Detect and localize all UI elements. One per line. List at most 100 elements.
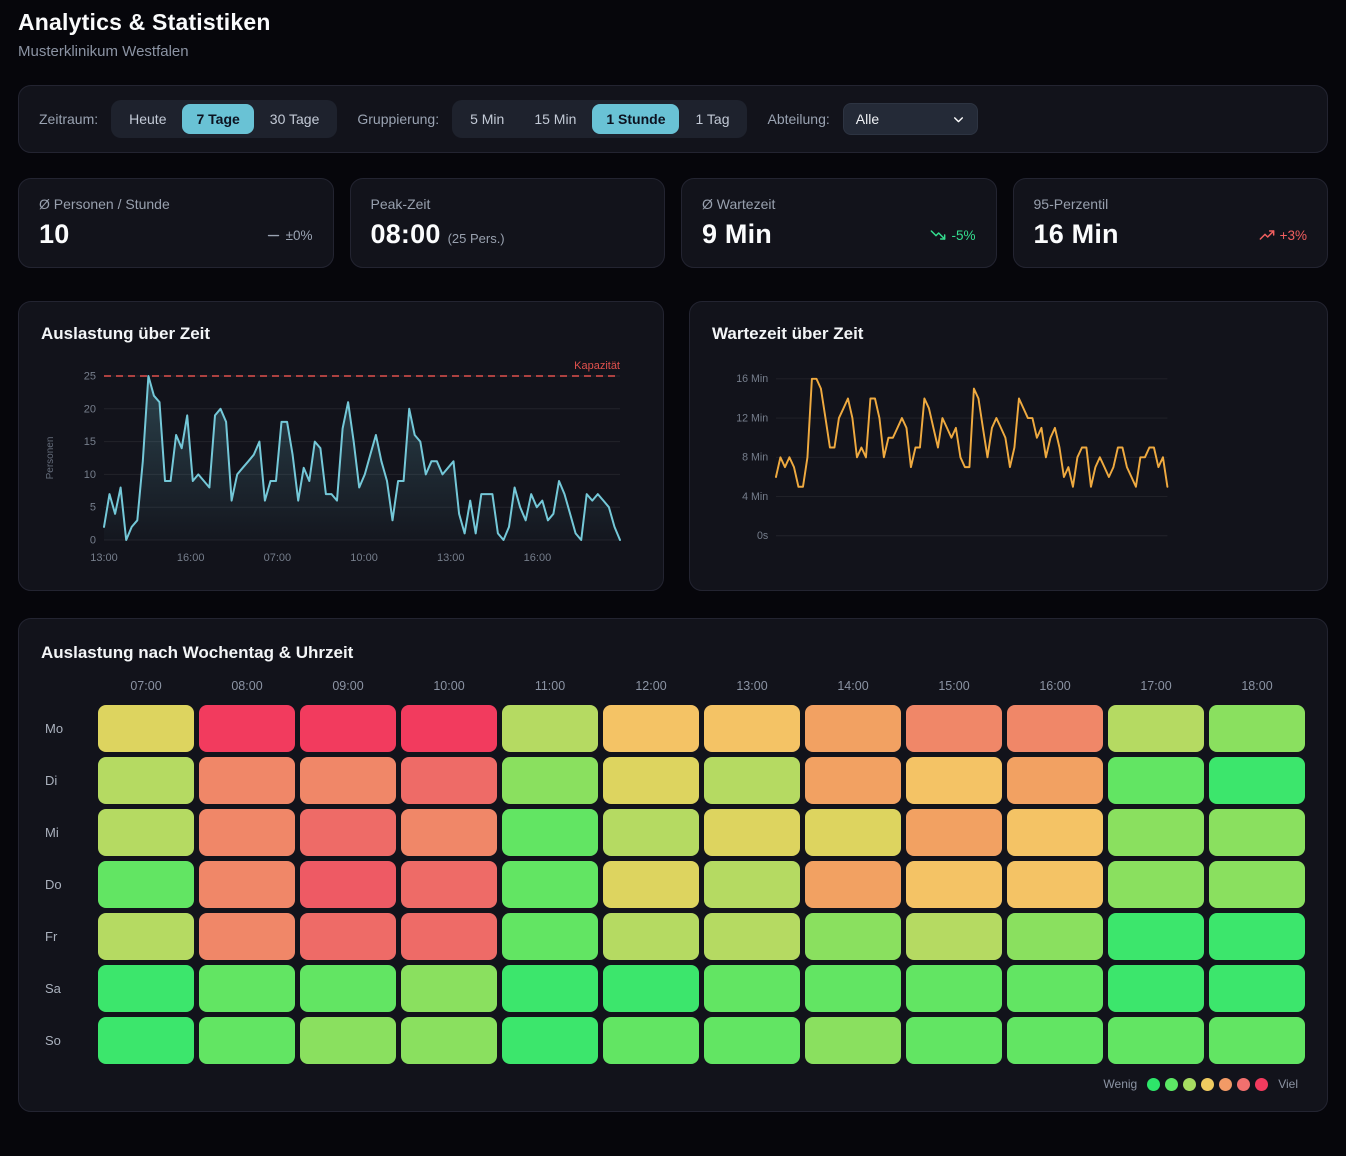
heatmap-col-header: 18:00 <box>1209 679 1305 700</box>
segment-option-7-tage[interactable]: 7 Tage <box>182 104 253 134</box>
heatmap-cell <box>300 809 396 856</box>
heatmap-cell <box>199 1017 295 1064</box>
svg-text:15: 15 <box>84 436 96 448</box>
heatmap-cell <box>1007 1017 1103 1064</box>
heatmap-cell <box>300 861 396 908</box>
kpi-card: Ø Wartezeit9 Min-5% <box>681 178 997 268</box>
heatmap-cell <box>603 965 699 1012</box>
heatmap-cell <box>199 965 295 1012</box>
segment-option-15-min[interactable]: 15 Min <box>520 104 590 134</box>
heatmap-cell <box>704 861 800 908</box>
legend-dot <box>1147 1078 1160 1091</box>
heatmap-cell <box>603 1017 699 1064</box>
heatmap-cell <box>300 1017 396 1064</box>
segment-option-heute[interactable]: Heute <box>115 104 180 134</box>
heatmap-cell <box>603 861 699 908</box>
heatmap-cell <box>401 913 497 960</box>
heatmap-row-label: Sa <box>41 981 93 996</box>
heatmap-cell <box>98 705 194 752</box>
heatmap-row-label: Di <box>41 773 93 788</box>
heatmap-cell <box>906 913 1002 960</box>
heatmap-cell <box>704 913 800 960</box>
svg-text:13:00: 13:00 <box>437 552 465 564</box>
legend-high-label: Viel <box>1278 1077 1298 1091</box>
chevron-down-icon <box>952 113 965 126</box>
heatmap-cell <box>1108 705 1204 752</box>
heatmap-col-header: 11:00 <box>502 679 598 700</box>
heatmap-cell <box>805 757 901 804</box>
heatmap-cell <box>906 705 1002 752</box>
kpi-label: Ø Personen / Stunde <box>39 196 313 212</box>
heatmap-cell <box>98 1017 194 1064</box>
heatmap-title: Auslastung nach Wochentag & Uhrzeit <box>41 643 1305 663</box>
svg-text:12 Min: 12 Min <box>736 412 768 424</box>
usage-chart-card: Auslastung über Zeit 051015202513:0016:0… <box>18 301 664 591</box>
heatmap-cell <box>1209 705 1305 752</box>
wait-line-chart: 16 Min12 Min8 Min4 Min0s <box>712 356 1305 578</box>
heatmap-cell <box>401 809 497 856</box>
heatmap-cell <box>704 705 800 752</box>
heatmap-row-label: Fr <box>41 929 93 944</box>
heatmap-cell <box>1209 861 1305 908</box>
gruppierung-label: Gruppierung: <box>357 111 439 127</box>
heatmap-cell <box>704 809 800 856</box>
gruppierung-segment: 5 Min15 Min1 Stunde1 Tag <box>452 100 747 138</box>
page-title: Analytics & Statistiken <box>18 0 1328 36</box>
svg-text:8 Min: 8 Min <box>742 452 768 464</box>
svg-text:10:00: 10:00 <box>350 552 378 564</box>
segment-option-1-stunde[interactable]: 1 Stunde <box>592 104 679 134</box>
heatmap-cell <box>1209 1017 1305 1064</box>
heatmap-cell <box>805 1017 901 1064</box>
heatmap-col-header: 16:00 <box>1007 679 1103 700</box>
heatmap-cell <box>199 913 295 960</box>
heatmap-cell <box>98 809 194 856</box>
heatmap-row-label: Do <box>41 877 93 892</box>
heatmap-col-header: 08:00 <box>199 679 295 700</box>
heatmap-row-label: So <box>41 1033 93 1048</box>
abteilung-select[interactable]: Alle <box>843 103 978 135</box>
kpi-trend: +3% <box>1259 227 1307 243</box>
heatmap-cell <box>300 913 396 960</box>
heatmap-cell <box>98 861 194 908</box>
usage-chart-title: Auslastung über Zeit <box>41 324 641 344</box>
heatmap-cell <box>704 1017 800 1064</box>
heatmap-col-header: 15:00 <box>906 679 1002 700</box>
kpi-label: Ø Wartezeit <box>702 196 976 212</box>
heatmap-col-header: 07:00 <box>98 679 194 700</box>
heatmap-cell <box>199 757 295 804</box>
trending-up-icon <box>1259 227 1275 243</box>
heatmap-cell <box>401 965 497 1012</box>
heatmap-cell <box>1007 861 1103 908</box>
svg-text:07:00: 07:00 <box>264 552 292 564</box>
heatmap-cell <box>502 913 598 960</box>
svg-text:16 Min: 16 Min <box>736 373 768 385</box>
svg-text:20: 20 <box>84 403 96 415</box>
heatmap-cell <box>1108 913 1204 960</box>
legend-dot <box>1255 1078 1268 1091</box>
heatmap-cell <box>300 965 396 1012</box>
heatmap-cell <box>1108 965 1204 1012</box>
svg-text:5: 5 <box>90 502 96 514</box>
heatmap-cell <box>98 757 194 804</box>
zeitraum-segment: Heute7 Tage30 Tage <box>111 100 337 138</box>
kpi-card: 95-Perzentil16 Min+3% <box>1013 178 1329 268</box>
page-header: Analytics & Statistiken Musterklinikum W… <box>18 0 1328 60</box>
legend-low-label: Wenig <box>1103 1077 1137 1091</box>
segment-option-30-tage[interactable]: 30 Tage <box>256 104 334 134</box>
heatmap-cell <box>906 1017 1002 1064</box>
heatmap-col-header: 09:00 <box>300 679 396 700</box>
heatmap-cell <box>1209 757 1305 804</box>
svg-text:Kapazität: Kapazität <box>574 360 620 372</box>
heatmap-cell <box>1108 809 1204 856</box>
legend-dot <box>1165 1078 1178 1091</box>
kpi-suffix: (25 Pers.) <box>448 231 505 246</box>
segment-option-5-min[interactable]: 5 Min <box>456 104 518 134</box>
heatmap-cell <box>1007 757 1103 804</box>
svg-text:10: 10 <box>84 469 96 481</box>
segment-option-1-tag[interactable]: 1 Tag <box>681 104 743 134</box>
heatmap-col-header: 10:00 <box>401 679 497 700</box>
heatmap-cell <box>805 861 901 908</box>
zeitraum-label: Zeitraum: <box>39 111 98 127</box>
svg-text:4 Min: 4 Min <box>742 491 768 503</box>
heatmap-cell <box>98 965 194 1012</box>
